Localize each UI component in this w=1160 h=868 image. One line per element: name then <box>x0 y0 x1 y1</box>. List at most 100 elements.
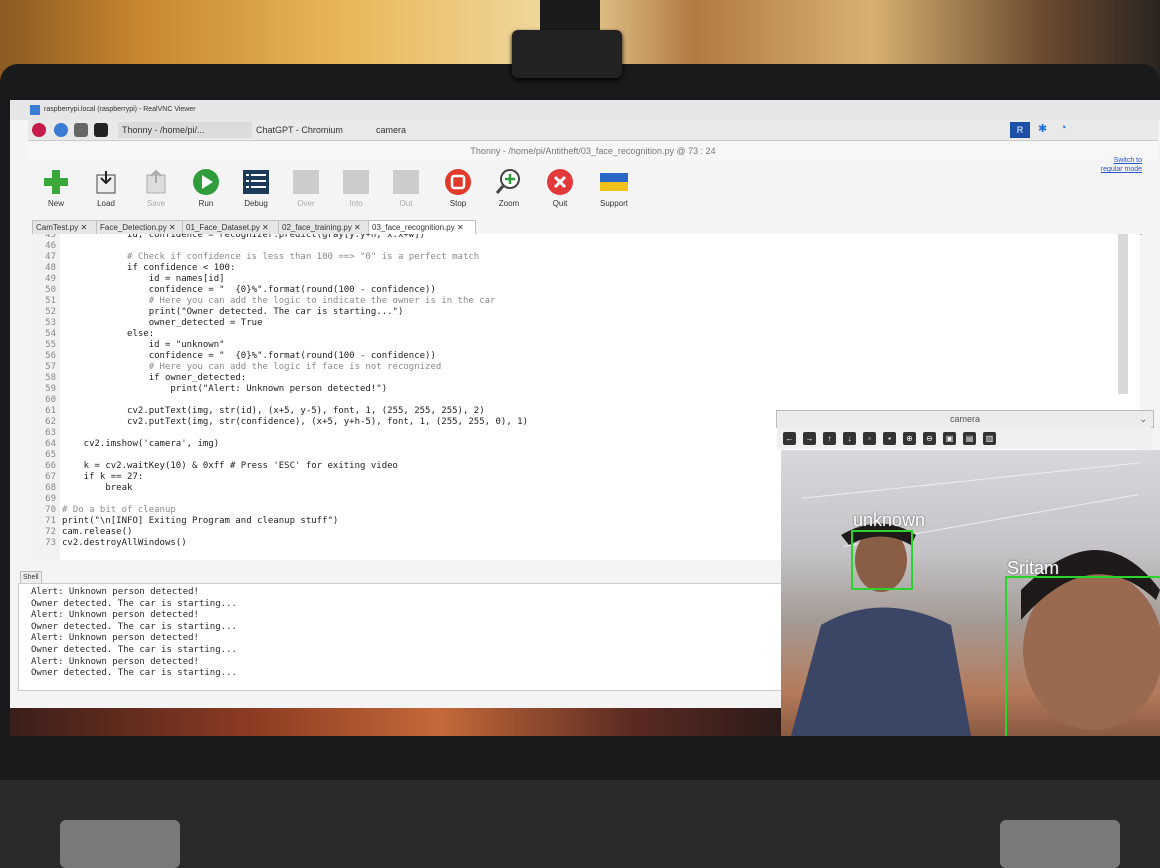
step-over-button[interactable]: Over <box>281 168 331 208</box>
code-text: confidence = " {0}%".format(round(100 - … <box>62 351 436 361</box>
properties-icon[interactable]: ▥ <box>983 432 996 445</box>
tool-label: Stop <box>449 199 467 208</box>
hinge-right <box>1000 820 1120 868</box>
shell-line: Alert: Unknown person detected! <box>31 656 199 667</box>
pan-left-icon[interactable]: ← <box>783 432 796 445</box>
debug-button[interactable]: Debug <box>231 168 281 208</box>
taskbar-item-label: ChatGPT - Chromium <box>256 125 343 135</box>
new-button[interactable]: New <box>31 168 81 208</box>
line-number: 58 <box>45 373 56 383</box>
terminal-icon[interactable] <box>94 123 108 137</box>
tool-label: Load <box>97 199 115 208</box>
new-icon <box>42 168 70 196</box>
run-icon <box>192 168 220 196</box>
support-icon <box>600 168 628 196</box>
line-number: 59 <box>45 384 56 394</box>
line-number: 71 <box>45 516 56 526</box>
zoom-in-icon[interactable]: ⊕ <box>903 432 916 445</box>
shell-panel[interactable]: Alert: Unknown person detected! Owner det… <box>18 583 782 691</box>
line-number: 52 <box>45 307 56 317</box>
face-label-sritam: Sritam <box>1007 558 1060 578</box>
line-number: 48 <box>45 263 56 273</box>
line-number: 51 <box>45 296 56 306</box>
files-icon[interactable] <box>74 123 88 137</box>
window-title: Thonny - /home/pi/Antitheft/03_face_reco… <box>470 146 716 156</box>
stop-button[interactable]: Stop <box>433 168 483 208</box>
tab-face-dataset[interactable]: 01_Face_Dataset.py ✕ <box>182 220 280 234</box>
raspberry-menu-icon[interactable] <box>32 123 46 137</box>
step-out-icon <box>392 168 420 196</box>
shell-line: Owner detected. The car is starting... <box>31 598 237 609</box>
vnc-tray-icon[interactable]: R <box>1010 122 1030 138</box>
pan-down-icon[interactable]: ↓ <box>843 432 856 445</box>
wifi-icon[interactable]: ◔ <box>1060 122 1067 134</box>
zoom-button[interactable]: Zoom <box>484 168 534 208</box>
zoom-icon <box>495 168 523 196</box>
tab-camtest[interactable]: CamTest.py ✕ <box>32 220 98 234</box>
code-text: confidence = " {0}%".format(round(100 - … <box>62 285 436 295</box>
code-text: print("Owner detected. The car is starti… <box>62 307 404 317</box>
shell-line: Owner detected. The car is starting... <box>31 621 237 632</box>
line-number: 73 <box>45 538 56 548</box>
line-number: 70 <box>45 505 56 515</box>
save-button[interactable]: Save <box>131 168 181 208</box>
line-number: 47 <box>45 252 56 262</box>
code-text: cv2.putText(img, str(confidence), (x+5, … <box>62 417 528 427</box>
zoom-fit-icon[interactable]: ▫ <box>863 432 876 445</box>
code-text: # Here you can add the logic if face is … <box>62 362 442 372</box>
line-number: 62 <box>45 417 56 427</box>
camera-feed: unknown Sritam <box>781 450 1160 736</box>
run-button[interactable]: Run <box>181 168 231 208</box>
tool-label: Run <box>198 199 214 208</box>
save-icon <box>142 168 170 196</box>
editor-scrollbar[interactable] <box>1118 234 1128 394</box>
step-over-icon <box>292 168 320 196</box>
camera-title: camera <box>949 414 980 424</box>
tool-label: Zoom <box>498 199 520 208</box>
line-number: 64 <box>45 439 56 449</box>
zoom-out-icon[interactable]: ⊖ <box>923 432 936 445</box>
code-text: cv2.putText(img, str(id), (x+5, y-5), fo… <box>62 406 485 416</box>
tab-face-training[interactable]: 02_face_training.py ✕ <box>278 220 370 234</box>
tool-label: New <box>47 199 64 208</box>
code-text: id = names[id] <box>62 274 225 284</box>
tab-face-detection[interactable]: Face_Detection.py ✕ <box>96 220 184 234</box>
quit-button[interactable]: Quit <box>535 168 585 208</box>
save-image-icon[interactable]: ▣ <box>943 432 956 445</box>
pan-up-icon[interactable]: ↑ <box>823 432 836 445</box>
browser-icon[interactable] <box>54 123 68 137</box>
bluetooth-icon[interactable]: ✱ <box>1038 122 1047 135</box>
step-into-button[interactable]: Into <box>331 168 381 208</box>
step-out-button[interactable]: Out <box>381 168 431 208</box>
taskbar-item-camera[interactable]: camera <box>372 122 476 138</box>
face-box-unknown <box>851 530 913 590</box>
copy-image-icon[interactable]: ▤ <box>963 432 976 445</box>
tab-face-recognition[interactable]: 03_face_recognition.py ✕ <box>368 220 476 234</box>
taskbar-item-chromium[interactable]: ChatGPT - Chromium <box>252 122 372 138</box>
face-label-unknown: unknown <box>853 510 926 530</box>
taskbar: Thonny - /home/pi/... ChatGPT - Chromium… <box>28 120 1158 141</box>
code-text: # Check if confidence is less than 100 =… <box>62 252 480 262</box>
shell-line: Alert: Unknown person detected! <box>31 633 199 644</box>
tool-label: Debug <box>244 199 268 208</box>
debug-icon <box>242 168 270 196</box>
line-number: 63 <box>45 428 56 438</box>
zoom-original-icon[interactable]: ▪ <box>883 432 896 445</box>
chevron-down-icon[interactable]: ⌄ <box>1139 411 1147 427</box>
line-number: 46 <box>45 241 56 251</box>
support-button[interactable]: Support <box>589 168 639 208</box>
code-text: if k == 27: <box>62 472 144 482</box>
pan-right-icon[interactable]: → <box>803 432 816 445</box>
taskbar-item-label: camera <box>376 125 407 135</box>
vnc-icon <box>30 105 40 115</box>
line-number: 66 <box>45 461 56 471</box>
taskbar-item-thonny[interactable]: Thonny - /home/pi/... <box>118 122 252 138</box>
shell-line: Owner detected. The car is starting... <box>31 668 237 679</box>
vnc-title: raspberrypi.local (raspberrypi) - RealVN… <box>44 106 196 113</box>
line-number: 54 <box>45 329 56 339</box>
tool-label: Save <box>146 199 166 208</box>
switch-mode-link[interactable]: Switch to regular mode <box>1098 156 1142 174</box>
line-number: 55 <box>45 340 56 350</box>
code-text: break <box>62 483 133 493</box>
load-button[interactable]: Load <box>81 168 131 208</box>
